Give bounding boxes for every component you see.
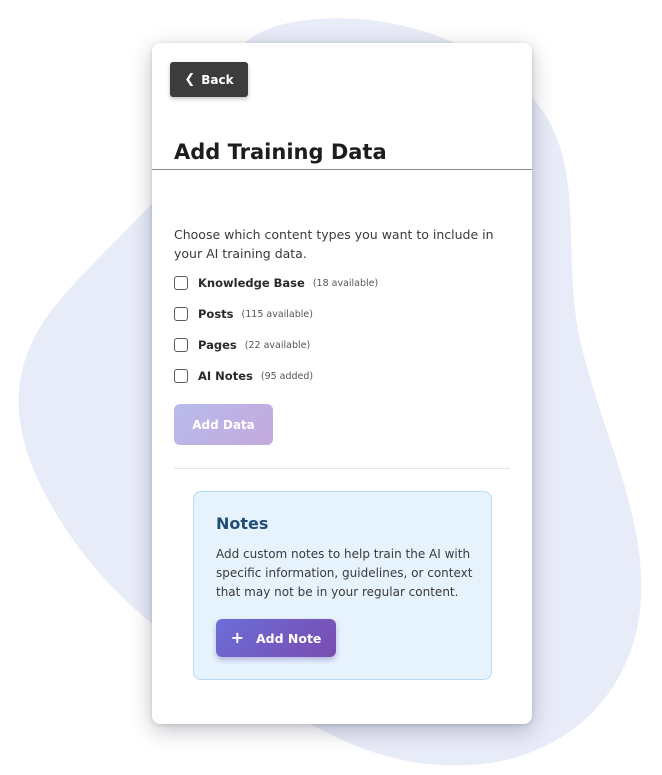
add-note-label: Add Note [255,630,322,646]
option-knowledge-base[interactable]: Knowledge Base (18 available) [174,276,378,290]
option-label: Knowledge Base [198,276,305,290]
option-ai-notes[interactable]: AI Notes (95 added) [174,369,313,383]
option-count: (22 available) [244,339,311,351]
option-posts[interactable]: Posts (115 available) [174,307,313,321]
notes-panel: Notes Add custom notes to help train the… [193,491,492,680]
option-label: Posts [198,307,234,321]
intro-text: Choose which content types you want to i… [174,227,494,261]
notes-description: Add custom notes to help train the AI wi… [216,547,473,599]
add-note-button[interactable]: + Add Note [216,619,336,657]
notes-title: Notes [216,514,269,533]
option-label: Pages [198,338,237,352]
add-data-button[interactable]: Add Data [174,404,273,445]
checkbox[interactable] [174,338,188,352]
back-button-label: Back [201,72,234,87]
option-count: (95 added) [260,370,314,382]
checkbox[interactable] [174,276,188,290]
option-pages[interactable]: Pages (22 available) [174,338,310,352]
option-count: (115 available) [241,308,313,320]
checkbox[interactable] [174,369,188,383]
title-divider [152,169,532,170]
training-data-card: ❮ Back Add Training Data Choose which co… [152,43,532,724]
option-count: (18 available) [312,277,379,289]
plus-icon: + [230,628,244,647]
option-label: AI Notes [198,369,253,383]
page-title: Add Training Data [174,140,387,164]
checkbox[interactable] [174,307,188,321]
back-button[interactable]: ❮ Back [170,62,248,97]
section-divider [174,468,510,469]
chevron-left-icon: ❮ [184,72,196,87]
